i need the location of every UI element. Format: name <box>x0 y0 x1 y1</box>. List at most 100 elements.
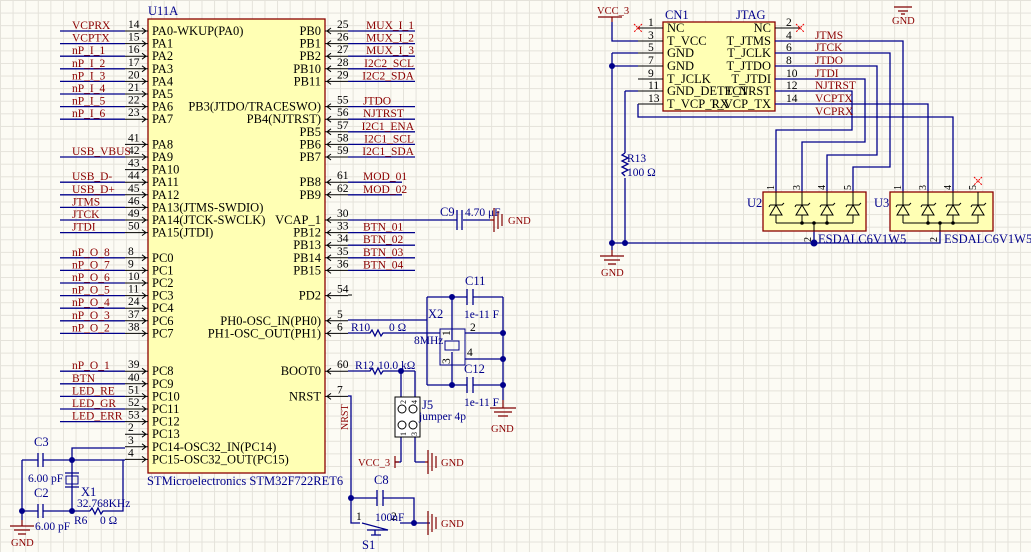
net-label[interactable]: I2C2_SCL <box>364 58 414 70</box>
pin-number: 2 <box>128 422 134 434</box>
net-label[interactable]: nP_O_2 <box>72 322 110 334</box>
pin-number: 60 <box>337 359 349 371</box>
j5-pin-3: 3 <box>410 432 419 436</box>
x1-value: 32.768KHz <box>77 498 130 510</box>
net-label[interactable]: nP_O_4 <box>72 297 110 309</box>
net-label[interactable]: nP_O_1 <box>72 360 110 372</box>
net-label[interactable]: nP_I_1 <box>72 45 105 57</box>
net-label[interactable]: JTDO <box>363 96 391 108</box>
pin-number: 10 <box>128 271 140 283</box>
net-label[interactable]: nP_I_5 <box>72 96 105 108</box>
pin-number: 28 <box>337 57 349 69</box>
no-connect-icon <box>973 176 983 186</box>
net-label[interactable]: I2C1_SCL <box>364 133 414 145</box>
net-label[interactable]: USB_D- <box>72 171 112 183</box>
net-label[interactable]: MUX_I_1 <box>366 20 414 32</box>
pin-number: 27 <box>337 44 349 56</box>
net-label[interactable]: nP_I_3 <box>72 70 105 82</box>
u11a-part: STMicroelectronics STM32F722RET6 <box>147 474 343 488</box>
pin-name: BOOT0 <box>281 364 321 378</box>
gnd-label: GND <box>441 519 464 530</box>
net-label[interactable]: nP_O_6 <box>72 272 110 284</box>
r12-ref: R12 <box>355 360 374 372</box>
net-label[interactable]: nP_O_8 <box>72 247 110 259</box>
net-label[interactable]: BTN_02 <box>363 234 404 246</box>
esd-part: ESDALC6V1W5 <box>818 232 906 246</box>
net-label[interactable]: nP_I_2 <box>72 58 105 70</box>
pin-number: 14 <box>128 19 140 31</box>
net-label[interactable]: NJTRST <box>815 80 856 92</box>
pin-number: 9 <box>648 68 654 80</box>
x2-ref: X2 <box>428 307 443 321</box>
net-label[interactable]: LED_GR <box>72 398 116 410</box>
net-label[interactable]: VCPRX <box>72 20 111 32</box>
net-label[interactable]: nP_O_5 <box>72 285 110 297</box>
c9-ref: C9 <box>440 205 455 219</box>
net-label[interactable]: BTN <box>72 373 96 385</box>
pin-number: 57 <box>337 120 349 132</box>
net-label[interactable]: BTN_01 <box>363 222 404 234</box>
net-label[interactable]: JTDO <box>815 55 843 67</box>
net-label[interactable]: I2C2_SDA <box>362 70 414 82</box>
pin-number: 11 <box>648 80 659 92</box>
net-label[interactable]: LED_ERR <box>72 411 123 423</box>
pin-number: 62 <box>337 183 349 195</box>
net-label[interactable]: JTDI <box>72 222 96 234</box>
net-label[interactable]: I2C1_SDA <box>362 146 414 158</box>
pin-number: 39 <box>128 359 140 371</box>
esd-u2[interactable]: U2 ESDALC6V1W5 1 3 4 5 2 <box>747 185 906 246</box>
net-label[interactable]: JTMS <box>815 30 843 42</box>
net-label[interactable]: JTMS <box>72 196 100 208</box>
pin-number: 13 <box>648 93 660 105</box>
pin-number: 1 <box>648 17 654 29</box>
net-label[interactable]: USB_D+ <box>72 184 115 196</box>
esd-protection: U2 ESDALC6V1W5 1 3 4 5 2 U3 ESDALC6V1W5 1 3 4 5 2 <box>747 176 1031 246</box>
s1-switch[interactable] <box>361 522 389 536</box>
c9-value: 4.70 μF <box>465 207 501 219</box>
net-label[interactable]: JTCK <box>815 42 843 54</box>
pin-number: 26 <box>337 32 349 44</box>
pin-number: 41 <box>128 132 140 144</box>
net-label[interactable]: VCPTX <box>815 93 853 105</box>
c12-ref: C12 <box>464 362 485 376</box>
pin-name: PA15(JTDI) <box>152 226 213 240</box>
pin-name: T_NRST <box>725 84 771 98</box>
net-label[interactable]: NJTRST <box>363 108 404 120</box>
net-label[interactable]: nP_O_7 <box>72 259 110 271</box>
c8-value: 100nF <box>375 512 404 524</box>
net-label[interactable]: VCPTX <box>72 33 110 45</box>
net-label[interactable]: JTDI <box>815 68 839 80</box>
net-label[interactable]: LED_RE <box>72 385 115 397</box>
pin-name: NC <box>754 21 771 35</box>
esd-designator: U3 <box>874 196 889 210</box>
pin-number: 37 <box>128 309 140 321</box>
net-label[interactable]: I2C1_ENA <box>362 121 415 133</box>
pin-name: GND <box>667 59 694 73</box>
esd-part: ESDALC6V1W5 <box>944 232 1031 246</box>
esd-pin-number: 5 <box>968 185 979 190</box>
c11-value: 1e-11 F <box>464 309 499 321</box>
gnd-label: GND <box>601 268 624 279</box>
pin-name: T_JTDO <box>727 59 771 73</box>
net-label[interactable]: MUX_I_3 <box>366 45 414 57</box>
pin-number: 22 <box>128 95 140 107</box>
pin-number: 34 <box>337 233 349 245</box>
r10-value: 0 Ω <box>389 322 406 334</box>
net-label[interactable]: nP_I_4 <box>72 83 105 95</box>
net-label[interactable]: BTN_04 <box>363 259 404 271</box>
x2-value: 8MHz <box>414 335 443 347</box>
net-label[interactable]: nP_O_3 <box>72 310 110 322</box>
net-label[interactable]: MOD_01 <box>363 171 407 183</box>
schematic-canvas: U11A STMicroelectronics STM32F722RET6 14… <box>10 4 1031 552</box>
pin-number: 43 <box>128 158 140 170</box>
pin-number: 5 <box>337 309 343 321</box>
net-label[interactable]: MOD_02 <box>363 184 407 196</box>
net-label[interactable]: MUX_I_2 <box>366 33 414 45</box>
esd-pin-number: 3 <box>792 185 803 190</box>
net-label[interactable]: JTCK <box>72 209 100 221</box>
net-label[interactable]: nP_I_6 <box>72 108 105 120</box>
net-label[interactable]: USB_VBUS <box>72 146 131 158</box>
pin-number: 5 <box>648 42 654 54</box>
pin-number: 8 <box>128 246 134 258</box>
net-label[interactable]: BTN_03 <box>363 247 404 259</box>
